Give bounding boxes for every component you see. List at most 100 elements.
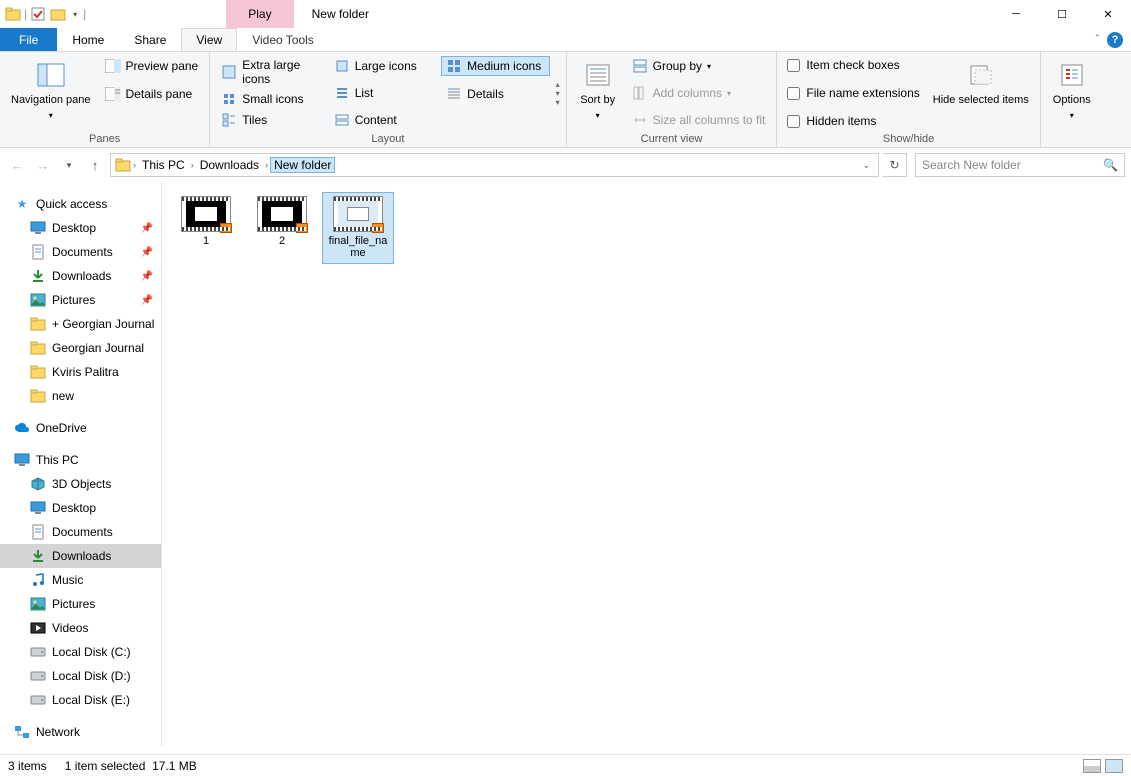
layout-scroll-up-icon[interactable]: ▴ (556, 80, 560, 89)
qat-separator: | (24, 7, 27, 21)
options-button[interactable]: Options▾ (1047, 56, 1097, 130)
checkbox-icon[interactable] (29, 5, 47, 23)
large-icons-button[interactable]: Large icons (329, 56, 437, 76)
details-pane-icon (105, 86, 121, 102)
sort-by-button[interactable]: Sort by▾ (573, 56, 623, 130)
hidden-items-checkbox[interactable]: Hidden items (783, 112, 923, 130)
tree-item-music[interactable]: Music (0, 568, 161, 592)
tree-item-local-disk-d-[interactable]: Local Disk (D:) (0, 664, 161, 688)
forward-button[interactable]: → (32, 154, 54, 176)
tree-item-downloads[interactable]: Downloads (0, 544, 161, 568)
address-dropdown-icon[interactable]: ⌄ (858, 160, 874, 171)
tree-item-downloads[interactable]: Downloads📌 (0, 264, 161, 288)
tab-view[interactable]: View (181, 28, 237, 51)
maximize-button[interactable]: ☐ (1039, 0, 1085, 28)
folder-icon[interactable] (49, 5, 67, 23)
chevron-right-icon[interactable]: › (191, 160, 194, 170)
tree-item--georgian-journal[interactable]: + Georgian Journal (0, 312, 161, 336)
desktop-icon (30, 500, 46, 516)
context-tab-play[interactable]: Play (226, 0, 293, 28)
content-button[interactable]: Content (329, 110, 437, 130)
preview-pane-button[interactable]: Preview pane (100, 56, 204, 76)
qat-dropdown-icon[interactable]: ▾ (69, 10, 81, 19)
tree-network[interactable]: Network (0, 720, 161, 744)
details-view-icon[interactable] (1083, 759, 1101, 773)
up-button[interactable]: ↑ (84, 154, 106, 176)
tree-item-videos[interactable]: Videos (0, 616, 161, 640)
tab-file[interactable]: File (0, 28, 57, 51)
tree-item-local-disk-c-[interactable]: Local Disk (C:) (0, 640, 161, 664)
extra-large-icons-button[interactable]: Extra large icons (216, 56, 324, 88)
file-name: final_file_name (325, 235, 391, 259)
back-button[interactable]: ← (6, 154, 28, 176)
add-columns-button[interactable]: Add columns ▾ (627, 83, 771, 103)
collapse-ribbon-icon[interactable]: ˆ (1096, 34, 1099, 45)
tree-item-georgian-journal[interactable]: Georgian Journal (0, 336, 161, 360)
breadcrumb-downloads[interactable]: Downloads (196, 158, 263, 172)
size-columns-button[interactable]: Size all columns to fit (627, 110, 771, 130)
file-item[interactable]: 1 (170, 192, 242, 264)
tab-share[interactable]: Share (119, 28, 181, 51)
file-item[interactable]: final_file_name (322, 192, 394, 264)
file-item[interactable]: 2 (246, 192, 318, 264)
details-view-button[interactable]: Details (441, 84, 549, 104)
content-icon (334, 112, 350, 128)
file-name: 2 (279, 235, 285, 247)
file-list[interactable]: 1 2 final_file_name (162, 182, 1131, 746)
folder-icon (30, 364, 46, 380)
star-icon: ★ (14, 196, 30, 212)
tree-item-pictures[interactable]: Pictures (0, 592, 161, 616)
tree-item-new[interactable]: new (0, 384, 161, 408)
navigation-pane-button[interactable]: Navigation pane▾ (6, 56, 96, 130)
pin-icon: 📌 (141, 247, 153, 258)
group-by-button[interactable]: Group by ▾ (627, 56, 771, 76)
layout-scroll-down-icon[interactable]: ▾ (556, 89, 560, 98)
cloud-icon (14, 420, 30, 436)
tree-quick-access[interactable]: ★Quick access (0, 192, 161, 216)
tiles-button[interactable]: Tiles (216, 110, 324, 130)
ribbon-tabs: File Home Share View Video Tools ˆ ? (0, 28, 1131, 52)
search-input[interactable]: Search New folder 🔍 (915, 153, 1125, 177)
item-check-boxes-checkbox[interactable]: Item check boxes (783, 56, 923, 74)
tab-video-tools[interactable]: Video Tools (237, 28, 329, 51)
tiles-icon (221, 112, 237, 128)
details-pane-button[interactable]: Details pane (100, 84, 204, 104)
close-button[interactable]: ✕ (1085, 0, 1131, 28)
tree-item-desktop[interactable]: Desktop (0, 496, 161, 520)
tree-item-kviris-palitra[interactable]: Kviris Palitra (0, 360, 161, 384)
layout-more-icon[interactable]: ▾ (556, 98, 560, 107)
pin-icon: 📌 (141, 223, 153, 234)
small-icons-button[interactable]: Small icons (216, 89, 324, 109)
ribbon-group-layout: Extra large icons Small icons Tiles Larg… (210, 52, 566, 147)
refresh-button[interactable]: ↻ (883, 153, 907, 177)
tree-item-local-disk-e-[interactable]: Local Disk (E:) (0, 688, 161, 712)
breadcrumb-new-folder[interactable]: New folder (270, 157, 335, 173)
breadcrumb-this-pc[interactable]: This PC (138, 158, 189, 172)
recent-locations-button[interactable]: ▾ (58, 154, 80, 176)
minimize-button[interactable]: ─ (993, 0, 1039, 28)
medium-icons-button[interactable]: Medium icons (441, 56, 549, 76)
chevron-right-icon[interactable]: › (133, 160, 136, 170)
tree-onedrive[interactable]: OneDrive (0, 416, 161, 440)
tab-home[interactable]: Home (57, 28, 119, 51)
video-badge-icon (372, 223, 384, 233)
folder-icon (115, 157, 131, 173)
hide-selected-button[interactable]: Hide selected items (928, 56, 1034, 130)
status-bar: 3 items 1 item selected 17.1 MB (0, 754, 1131, 776)
tree-item-pictures[interactable]: Pictures📌 (0, 288, 161, 312)
file-extensions-checkbox[interactable]: File name extensions (783, 84, 923, 102)
preview-pane-icon (105, 58, 121, 74)
pin-icon: 📌 (141, 271, 153, 282)
tree-item-documents[interactable]: Documents📌 (0, 240, 161, 264)
folder-icon (30, 388, 46, 404)
tree-item-documents[interactable]: Documents (0, 520, 161, 544)
tree-item-desktop[interactable]: Desktop📌 (0, 216, 161, 240)
folder-icon (4, 5, 22, 23)
tree-item-3d-objects[interactable]: 3D Objects (0, 472, 161, 496)
help-icon[interactable]: ? (1107, 32, 1123, 48)
icons-view-icon[interactable] (1105, 759, 1123, 773)
list-button[interactable]: List (329, 83, 437, 103)
chevron-right-icon[interactable]: › (265, 160, 268, 170)
address-box[interactable]: › This PC › Downloads › New folder ⌄ (110, 153, 879, 177)
tree-this-pc[interactable]: This PC (0, 448, 161, 472)
